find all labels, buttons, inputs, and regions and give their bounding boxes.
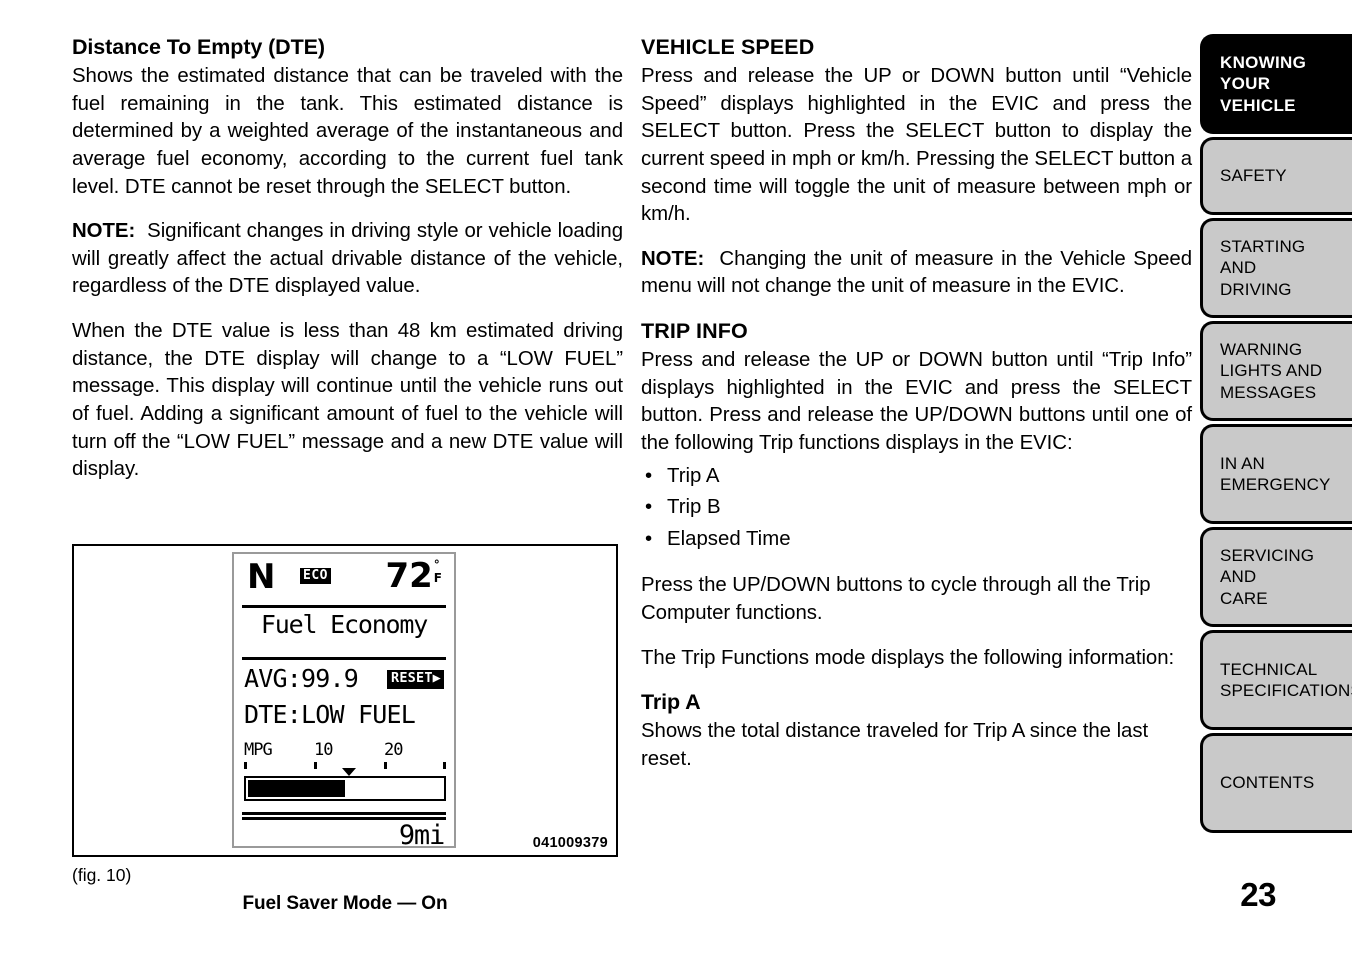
right-paragraph-2: Press and release the UP or DOWN button … [641, 349, 1192, 454]
tick-mark [314, 762, 317, 769]
right-paragraph-5: Shows the total distance traveled for Tr… [641, 720, 1149, 770]
section-tab-rail: KNOWING YOUR VEHICLE SAFETY STARTING AND D… [1200, 34, 1352, 836]
section-tab-label: CONTENTS [1220, 773, 1315, 793]
note-label: NOTE: [72, 220, 136, 243]
lcd-status-row: N ECO 72 ° F [234, 558, 454, 604]
gear-indicator: N [247, 557, 276, 597]
eco-badge-icon: ECO [300, 568, 331, 584]
figure-subcaption: Fuel Saver Mode — On [242, 893, 448, 914]
list-item: • Trip B [641, 492, 1192, 524]
section-tab-0[interactable]: KNOWING YOUR VEHICLE [1200, 34, 1352, 134]
mpg-tick-10: 10 [314, 740, 334, 760]
tick-mark [384, 762, 387, 769]
section-tab-2[interactable]: STARTING AND DRIVING [1200, 218, 1352, 318]
section-tab-label: KNOWING YOUR VEHICLE [1220, 52, 1307, 115]
note-label: NOTE: [641, 247, 705, 270]
note-body: Changing the unit of measure in the Vehi… [641, 247, 1192, 298]
lcd-screen-title: Fuel Economy [260, 610, 428, 639]
temperature-unit: F [433, 570, 442, 585]
average-economy-value: AVG:99.9 [244, 664, 359, 693]
temperature-readout: 72 ° F [385, 559, 442, 593]
left-column: Distance To Empty (DTE) Shows the estima… [72, 34, 623, 484]
list-item-label: Trip A [667, 464, 720, 487]
right-heading-trip-info: TRIP INFO [641, 319, 748, 344]
degree-symbol: ° [433, 558, 440, 572]
right-paragraph-3: Press the UP/DOWN buttons to cycle throu… [641, 574, 1151, 625]
section-tab-4[interactable]: IN AN EMERGENCY [1200, 424, 1352, 524]
reset-arrow-icon: ▶ [432, 670, 441, 686]
instant-economy-marker-icon [342, 768, 357, 776]
section-tab-6[interactable]: TECHNICAL SPECIFICATIONS [1200, 630, 1352, 730]
section-tab-1[interactable]: SAFETY [1200, 137, 1352, 215]
section-tab-7[interactable]: CONTENTS [1200, 733, 1352, 833]
fuel-economy-bar-fill [248, 780, 345, 797]
list-item-label: Elapsed Time [667, 527, 791, 550]
figure-caption: (fig. 10) [72, 865, 132, 885]
note-body: Significant changes in driving style or … [72, 220, 624, 298]
list-item: • Trip A [641, 461, 1192, 493]
figure-id-number: 041009379 [532, 835, 608, 851]
left-paragraph-2: When the DTE value is less than 48 km es… [72, 320, 623, 481]
fuel-economy-bar-graph [244, 776, 446, 801]
bullet-icon: • [645, 527, 653, 550]
lcd-divider-top [242, 605, 446, 608]
right-note-1: NOTE: Changing the unit of measure in th… [641, 246, 1192, 301]
lcd-divider-lower-a [242, 812, 446, 815]
section-tab-label: IN AN EMERGENCY [1220, 453, 1331, 494]
section-tab-label: TECHNICAL SPECIFICATIONS [1220, 659, 1352, 700]
temperature-unit-stack: ° F [434, 559, 442, 584]
mpg-tick-20: 20 [384, 740, 404, 760]
manual-page: Distance To Empty (DTE) Shows the estima… [0, 0, 1352, 954]
lcd-screen-content: N ECO 72 ° F Fuel Economy AVG:99.9 RESET… [234, 554, 454, 846]
right-column: VEHICLE SPEED Press and release the UP o… [641, 34, 1192, 774]
left-paragraph-1: Shows the estimated distance that can be… [72, 64, 623, 198]
reset-badge[interactable]: RESET▶ [387, 670, 444, 689]
left-note-1: NOTE: Significant changes in driving sty… [72, 218, 623, 301]
dte-value: DTE:LOW FUEL [244, 700, 416, 729]
reset-label: RESET [391, 670, 433, 686]
list-item: • Elapsed Time [641, 524, 1192, 556]
section-tab-label: SERVICING AND CARE [1220, 545, 1315, 608]
right-paragraph-1: Press and release the UP or DOWN button … [641, 64, 1192, 226]
page-number: 23 [1240, 876, 1276, 913]
section-tab-label: WARNING LIGHTS AND MESSAGES [1220, 339, 1323, 402]
bullet-icon: • [645, 464, 653, 487]
bullet-icon: • [645, 496, 653, 519]
right-paragraph-4: The Trip Functions mode displays the fol… [641, 646, 1175, 669]
temperature-value: 72 [385, 556, 433, 596]
left-heading-dte: Distance To Empty (DTE) [72, 35, 325, 59]
lcd-divider-mid [242, 657, 446, 660]
note-spacer [704, 248, 719, 270]
trip-functions-list: • Trip A • Trip B • Elapsed Time [641, 461, 1192, 556]
note-spacer [135, 220, 147, 242]
tick-mark [244, 762, 247, 769]
section-tab-5[interactable]: SERVICING AND CARE [1200, 527, 1352, 627]
distance-readout: 9mi [398, 820, 445, 848]
right-heading-vehicle-speed: VEHICLE SPEED [641, 35, 815, 59]
tick-mark [443, 762, 446, 769]
section-tab-label: SAFETY [1220, 166, 1287, 186]
figure-10: N ECO 72 ° F Fuel Economy AVG:99.9 RESET… [72, 544, 618, 857]
list-item-label: Trip B [667, 496, 721, 519]
mpg-axis-label: MPG [244, 740, 273, 760]
section-tab-label: STARTING AND DRIVING [1220, 236, 1306, 299]
evic-lcd-display: N ECO 72 ° F Fuel Economy AVG:99.9 RESET… [232, 552, 456, 848]
section-tab-3[interactable]: WARNING LIGHTS AND MESSAGES [1200, 321, 1352, 421]
right-heading-trip-a: Trip A [641, 690, 701, 715]
